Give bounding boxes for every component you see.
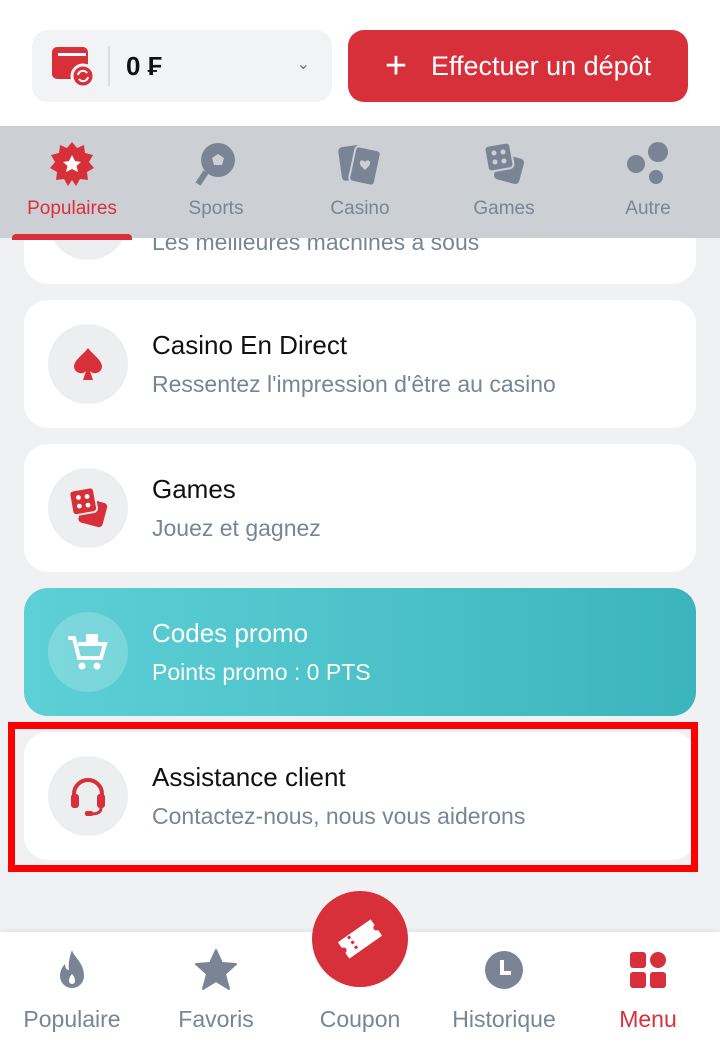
balance-selector[interactable]: 0 ₣ ⌄ — [32, 30, 332, 102]
nav-menu[interactable]: Menu — [576, 932, 720, 1045]
tab-games[interactable]: Games — [432, 126, 576, 238]
divider — [108, 46, 110, 86]
wallet-icon — [50, 45, 96, 89]
card-subtitle: Ressentez l'impression d'être au casino — [152, 371, 556, 397]
tab-label: Autre — [625, 198, 671, 219]
star-icon — [195, 949, 237, 990]
nav-populaire[interactable]: Populaire — [0, 932, 144, 1045]
tab-label: Games — [473, 198, 535, 219]
promo-codes-card[interactable]: Codes promo Points promo : 0 PTS — [24, 588, 696, 716]
cards-icon — [338, 145, 382, 187]
live-casino-card[interactable]: Casino En Direct Ressentez l'impression d… — [24, 300, 696, 428]
nav-label: Coupon — [319, 1006, 401, 1032]
tab-label: Sports — [188, 198, 244, 219]
nav-historique[interactable]: Historique — [432, 932, 576, 1045]
deposit-button[interactable]: + Effectuer un dépôt — [348, 30, 688, 102]
plus-icon: + — [384, 44, 408, 87]
deposit-label: Effectuer un dépôt — [431, 50, 652, 81]
spade-icon — [48, 324, 128, 404]
active-indicator — [12, 234, 132, 240]
nav-label: Menu — [619, 1006, 677, 1032]
tab-label: Populaires — [27, 198, 117, 219]
card-title: Games — [152, 474, 236, 504]
tab-casino[interactable]: Casino — [288, 126, 432, 238]
category-tabs: Populaires Sports Casino Games Autre — [0, 126, 720, 240]
header: 0 ₣ ⌄ + Effectuer un dépôt — [0, 0, 720, 126]
star-badge-icon — [50, 142, 94, 186]
ticket-icon — [337, 919, 383, 959]
grid-icon — [630, 952, 666, 988]
nav-label: Historique — [452, 1006, 556, 1032]
coupon-button[interactable] — [312, 891, 408, 987]
highlight-box — [8, 722, 698, 872]
dice-icon — [48, 468, 128, 548]
balance-amount: 0 ₣ — [126, 50, 163, 81]
tab-sports[interactable]: Sports — [144, 126, 288, 238]
card-title: Codes promo — [152, 618, 309, 648]
tab-label: Casino — [330, 198, 390, 219]
games-card[interactable]: Games Jouez et gagnez — [24, 444, 696, 572]
tab-populaires[interactable]: Populaires — [0, 126, 144, 240]
football-icon — [195, 143, 235, 186]
clock-icon — [485, 951, 523, 989]
chevron-down-icon: ⌄ — [296, 56, 310, 73]
nav-favoris[interactable]: Favoris — [144, 932, 288, 1045]
card-subtitle: Points promo : 0 PTS — [152, 659, 371, 685]
dots-icon — [627, 142, 668, 184]
tab-autre[interactable]: Autre — [576, 126, 720, 238]
nav-label: Favoris — [178, 1006, 254, 1032]
flame-icon — [60, 950, 84, 988]
card-title: Casino En Direct — [152, 330, 348, 360]
cart-icon — [48, 612, 128, 692]
dice-icon — [483, 141, 525, 185]
nav-label: Populaire — [23, 1006, 121, 1032]
card-subtitle: Jouez et gagnez — [152, 515, 321, 541]
